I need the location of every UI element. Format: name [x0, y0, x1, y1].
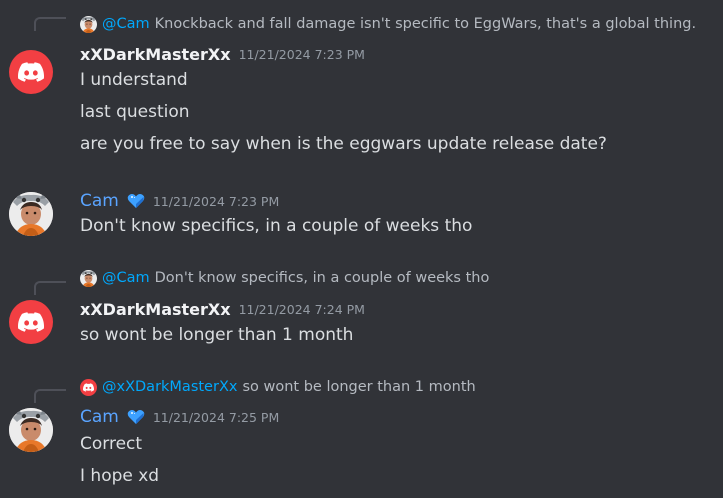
reply-text: Knockback and fall damage isn't specific… [154, 16, 697, 32]
timestamp: 11/21/2024 7:24 PM [238, 301, 365, 317]
reply-mention[interactable]: @Cam [102, 16, 150, 32]
timestamp: 11/21/2024 7:25 PM [152, 409, 280, 425]
blue-heart-icon [127, 193, 145, 209]
reply-connector [34, 389, 66, 403]
reply-preview[interactable]: @Cam Don't know specifics, in a couple o… [80, 268, 489, 288]
cam-avatar[interactable] [9, 192, 53, 236]
cam-avatar[interactable] [9, 408, 53, 452]
message-header: xXDarkMasterXx 11/21/2024 7:24 PM [80, 297, 365, 321]
message-line: are you free to say when is the eggwars … [80, 134, 607, 154]
discord-avatar-icon[interactable] [9, 300, 53, 344]
username[interactable]: Cam [80, 191, 119, 211]
reply-preview[interactable]: @xXDarkMasterXx so wont be longer than 1… [80, 377, 476, 397]
timestamp: 11/21/2024 7:23 PM [152, 193, 280, 209]
message-line: Don't know specifics, in a couple of wee… [80, 216, 473, 236]
message-line: I understand [80, 70, 188, 90]
discord-mini-avatar-icon [80, 378, 97, 396]
cam-mini-avatar [80, 270, 97, 287]
message-line: so wont be longer than 1 month [80, 325, 354, 345]
reply-preview[interactable]: @Cam Knockback and fall damage isn't spe… [80, 14, 696, 34]
message-header: Cam 11/21/2024 7:23 PM [80, 189, 279, 213]
reply-connector [34, 17, 66, 31]
username[interactable]: xXDarkMasterXx [80, 45, 231, 64]
message-line: Correct [80, 434, 143, 454]
reply-text: so wont be longer than 1 month [242, 379, 476, 395]
reply-mention[interactable]: @Cam [102, 270, 150, 286]
message-header: Cam 11/21/2024 7:25 PM [80, 405, 279, 429]
blue-heart-icon [127, 409, 145, 425]
message-header: xXDarkMasterXx 11/21/2024 7:23 PM [80, 42, 365, 66]
message-line: I hope xd [80, 466, 160, 486]
reply-text: Don't know specifics, in a couple of wee… [154, 270, 490, 286]
cam-mini-avatar [80, 16, 97, 33]
message-line: last question [80, 102, 190, 122]
reply-mention[interactable]: @xXDarkMasterXx [102, 379, 237, 395]
reply-connector [34, 281, 66, 295]
timestamp: 11/21/2024 7:23 PM [238, 46, 365, 62]
discord-avatar-icon[interactable] [9, 50, 53, 94]
username[interactable]: Cam [80, 407, 119, 427]
username[interactable]: xXDarkMasterXx [80, 300, 231, 319]
